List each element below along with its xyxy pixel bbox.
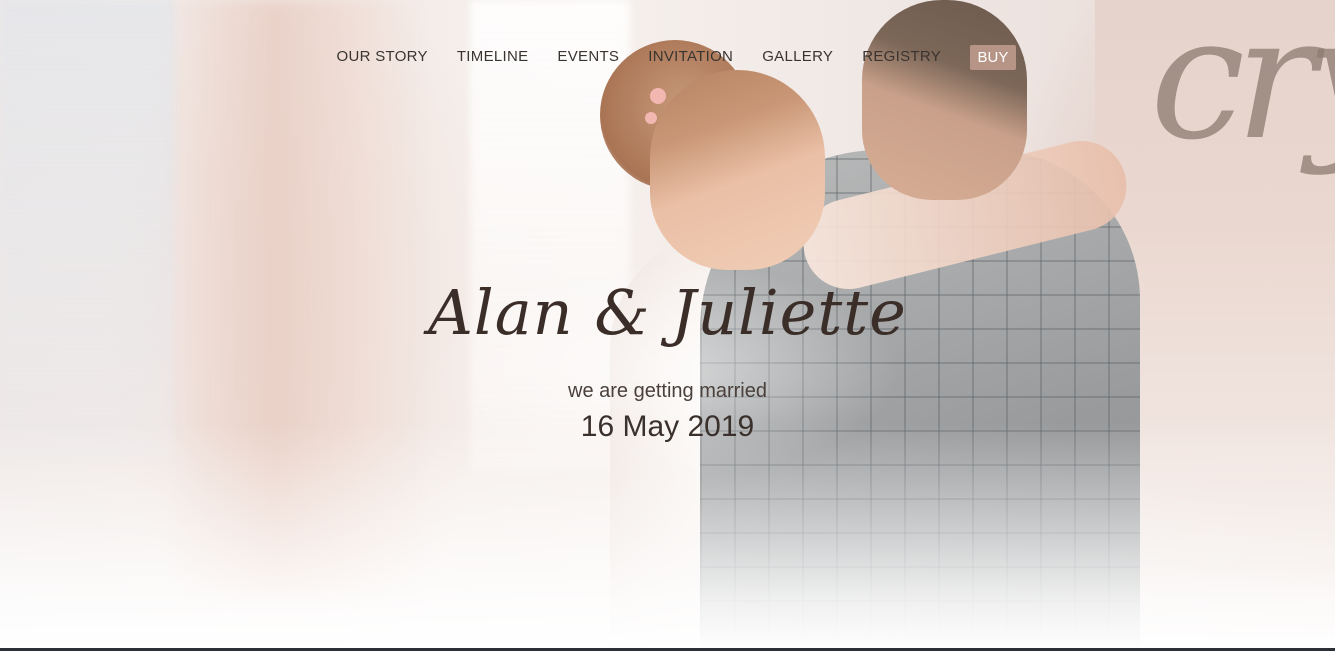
nav-item-invitation[interactable]: INVITATION: [634, 44, 748, 70]
nav-item-our-story[interactable]: OUR STORY: [322, 44, 442, 70]
nav-item-gallery[interactable]: GALLERY: [748, 44, 848, 70]
wedding-date: 16 May 2019: [580, 410, 755, 443]
couple-names: Alan & Juliette: [428, 276, 907, 349]
main-navigation: OUR STORY TIMELINE EVENTS INVITATION GAL…: [322, 44, 1017, 70]
nav-item-events[interactable]: EVENTS: [543, 44, 634, 70]
nav-item-registry[interactable]: REGISTRY: [848, 44, 956, 70]
nav-item-timeline[interactable]: TIMELINE: [442, 44, 543, 70]
hero-tagline: we are getting married: [568, 380, 767, 402]
buy-button[interactable]: BUY: [969, 44, 1017, 70]
hero-section: cry OUR STORY TIMELINE EVENTS INVITATION…: [0, 0, 1335, 651]
